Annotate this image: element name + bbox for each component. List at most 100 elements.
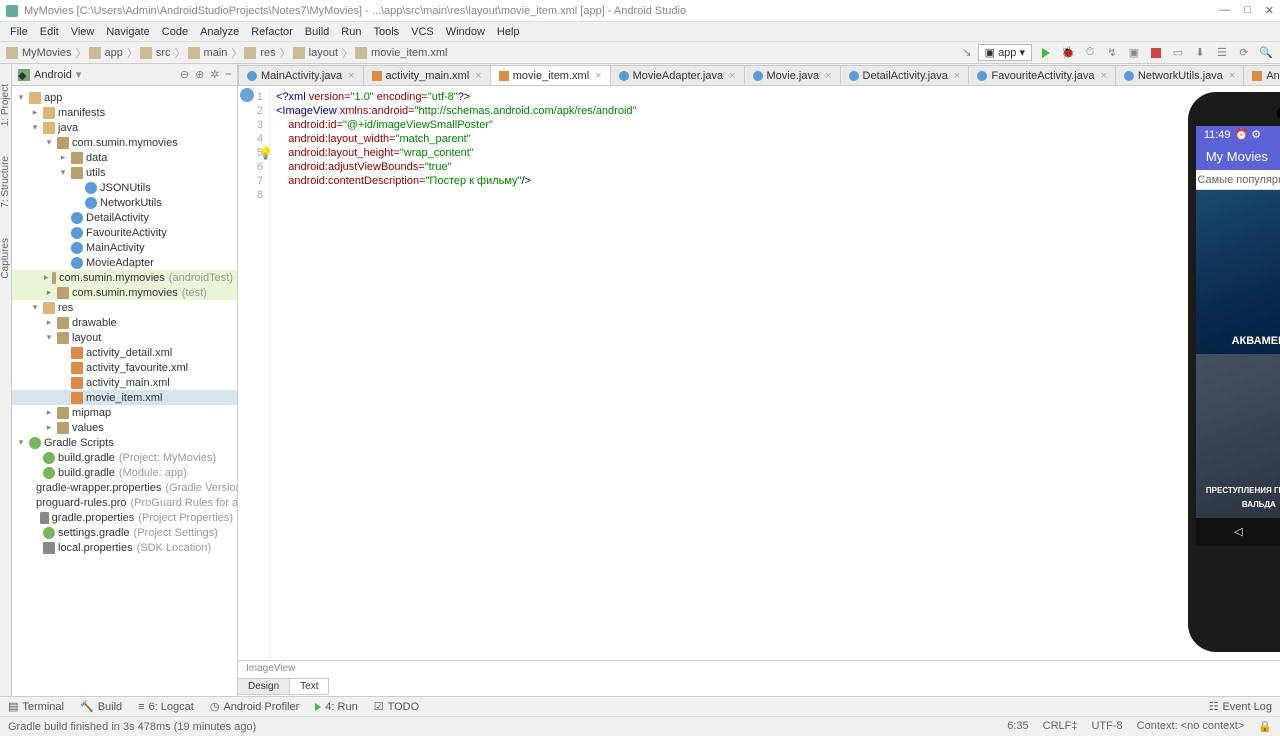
context[interactable]: Context: <no context> [1137, 720, 1245, 733]
tree-item[interactable]: local.properties(SDK Location) [12, 540, 237, 555]
expand-arrow-icon[interactable]: ▸ [44, 317, 54, 328]
stop-button[interactable] [1148, 45, 1164, 61]
maximize-icon[interactable]: □ [1244, 4, 1251, 17]
profiler-tool[interactable]: ◷ Android Profiler [210, 700, 299, 713]
caret-position[interactable]: 6:35 [1007, 720, 1028, 733]
crumb[interactable]: layout [307, 47, 340, 59]
menu-tools[interactable]: Tools [367, 26, 405, 38]
search-icon[interactable]: 🔍 [1258, 45, 1274, 61]
tree-item[interactable]: ▾Gradle Scripts [12, 435, 237, 450]
tree-mode-arrow-icon[interactable]: ▾ [76, 68, 82, 81]
menu-vcs[interactable]: VCS [405, 26, 440, 38]
sync-gradle-button[interactable]: ⟳ [1236, 45, 1252, 61]
crumb[interactable]: app [103, 47, 125, 59]
editor-tab[interactable]: movie_item.xml× [490, 65, 611, 85]
expand-arrow-icon[interactable]: ▾ [16, 437, 26, 448]
editor-tab[interactable]: NetworkUtils.java× [1115, 65, 1244, 85]
expand-arrow-icon[interactable]: ▾ [44, 137, 54, 148]
run-tool[interactable]: 4: Run [315, 701, 357, 713]
captures-tool-tab[interactable]: Captures [0, 238, 11, 279]
menu-navigate[interactable]: Navigate [100, 26, 155, 38]
expand-arrow-icon[interactable]: ▸ [30, 107, 40, 118]
editor-tab[interactable]: AndroidManifest.xml× [1243, 65, 1280, 85]
editor-tab[interactable]: FavouriteActivity.java× [968, 65, 1116, 85]
editor-tab[interactable]: activity_main.xml× [363, 65, 491, 85]
tree-item[interactable]: ▸mipmap [12, 405, 237, 420]
tree-item[interactable]: settings.gradle(Project Settings) [12, 525, 237, 540]
structure-tool-tab[interactable]: 7: Structure [0, 156, 11, 208]
tree-item[interactable]: ▾app [12, 90, 237, 105]
crumb[interactable]: main [202, 47, 230, 59]
tree-item[interactable]: FavouriteActivity [12, 225, 237, 240]
tab-text[interactable]: Text [289, 678, 329, 695]
menu-build[interactable]: Build [299, 26, 335, 38]
tree-item[interactable]: build.gradle(Project: MyMovies) [12, 450, 237, 465]
profile-button[interactable]: ⏱ [1082, 45, 1098, 61]
logcat-tool[interactable]: ≡ 6: Logcat [138, 701, 194, 713]
expand-arrow-icon[interactable]: ▸ [44, 407, 54, 418]
editor-tab[interactable]: MovieAdapter.java× [610, 65, 745, 85]
expand-arrow-icon[interactable]: ▾ [58, 167, 68, 178]
code-area[interactable]: <?xml version="1.0" encoding="utf-8"?> <… [270, 86, 636, 660]
close-tab-icon[interactable]: × [729, 70, 735, 82]
tree-item[interactable]: ▸com.sumin.mymovies(androidTest) [12, 270, 237, 285]
poster[interactable]: АКВАМЕН [1196, 190, 1280, 354]
terminal-tool[interactable]: ▤ Terminal [8, 700, 64, 713]
tree-item[interactable]: ▾com.sumin.mymovies [12, 135, 237, 150]
tree-collapse-icon[interactable]: ⊖ [180, 68, 189, 81]
menu-help[interactable]: Help [491, 26, 526, 38]
poster[interactable]: ПРЕСТУПЛЕНИЯ ГРИН-ДЕ-ВАЛЬДА [1196, 354, 1280, 518]
tree-item[interactable]: MovieAdapter [12, 255, 237, 270]
tree-item[interactable]: ▾java [12, 120, 237, 135]
crumb[interactable]: res [258, 47, 277, 59]
tree-item[interactable]: ▸data [12, 150, 237, 165]
tree-item[interactable]: ▾layout [12, 330, 237, 345]
inspection-icon[interactable] [240, 88, 254, 102]
expand-arrow-icon[interactable]: ▾ [30, 122, 40, 133]
close-tab-icon[interactable]: × [348, 70, 354, 82]
menu-code[interactable]: Code [156, 26, 194, 38]
expand-arrow-icon[interactable]: ▸ [58, 152, 68, 163]
menu-file[interactable]: File [4, 26, 34, 38]
tree-item[interactable]: gradle.properties(Project Properties) [12, 510, 237, 525]
tree-item[interactable]: activity_favourite.xml [12, 360, 237, 375]
expand-arrow-icon[interactable]: ▸ [44, 272, 49, 283]
nav-back-icon[interactable]: ◁ [1234, 525, 1242, 539]
breadcrumb-trail[interactable]: ImageView [238, 661, 1280, 677]
encoding[interactable]: UTF-8 [1091, 720, 1122, 733]
tree-mode[interactable]: Android [34, 69, 72, 81]
close-icon[interactable]: ✕ [1265, 4, 1274, 17]
sync-icon[interactable]: ↘ [962, 46, 971, 59]
close-tab-icon[interactable]: × [595, 70, 601, 82]
expand-arrow-icon[interactable]: ▸ [44, 422, 54, 433]
crumb[interactable]: movie_item.xml [369, 47, 449, 59]
run-button[interactable] [1038, 45, 1054, 61]
close-tab-icon[interactable]: × [475, 70, 481, 82]
tree-settings-icon[interactable]: ✲ [210, 68, 219, 81]
attach-button[interactable]: ↯ [1104, 45, 1120, 61]
debug-button[interactable]: 🐞 [1060, 45, 1076, 61]
tree-item[interactable]: ▾utils [12, 165, 237, 180]
avd-button[interactable]: ▭ [1170, 45, 1186, 61]
tree-item[interactable]: NetworkUtils [12, 195, 237, 210]
expand-arrow-icon[interactable]: ▾ [44, 332, 54, 343]
tree-item[interactable]: gradle-wrapper.properties(Gradle Version… [12, 480, 237, 495]
run-config-select[interactable]: ▣ app ▾ [978, 44, 1032, 61]
tree-item[interactable]: ▾res [12, 300, 237, 315]
tree-item[interactable]: activity_detail.xml [12, 345, 237, 360]
expand-arrow-icon[interactable]: ▸ [44, 287, 54, 298]
close-tab-icon[interactable]: × [1229, 70, 1235, 82]
tree-item[interactable]: activity_main.xml [12, 375, 237, 390]
crumb[interactable]: src [154, 47, 173, 59]
menu-refactor[interactable]: Refactor [245, 26, 299, 38]
tree-item[interactable]: ▸manifests [12, 105, 237, 120]
project-tool-tab[interactable]: 1: Project [0, 84, 11, 126]
menu-view[interactable]: View [65, 26, 101, 38]
menu-edit[interactable]: Edit [34, 26, 65, 38]
line-sep[interactable]: CRLF‡ [1043, 720, 1078, 733]
tree-item[interactable]: MainActivity [12, 240, 237, 255]
lock-icon[interactable]: 🔒 [1258, 720, 1272, 733]
tab-design[interactable]: Design [237, 678, 290, 695]
tree-item[interactable]: proguard-rules.pro(ProGuard Rules for ap… [12, 495, 237, 510]
struct-button[interactable]: ☰ [1214, 45, 1230, 61]
